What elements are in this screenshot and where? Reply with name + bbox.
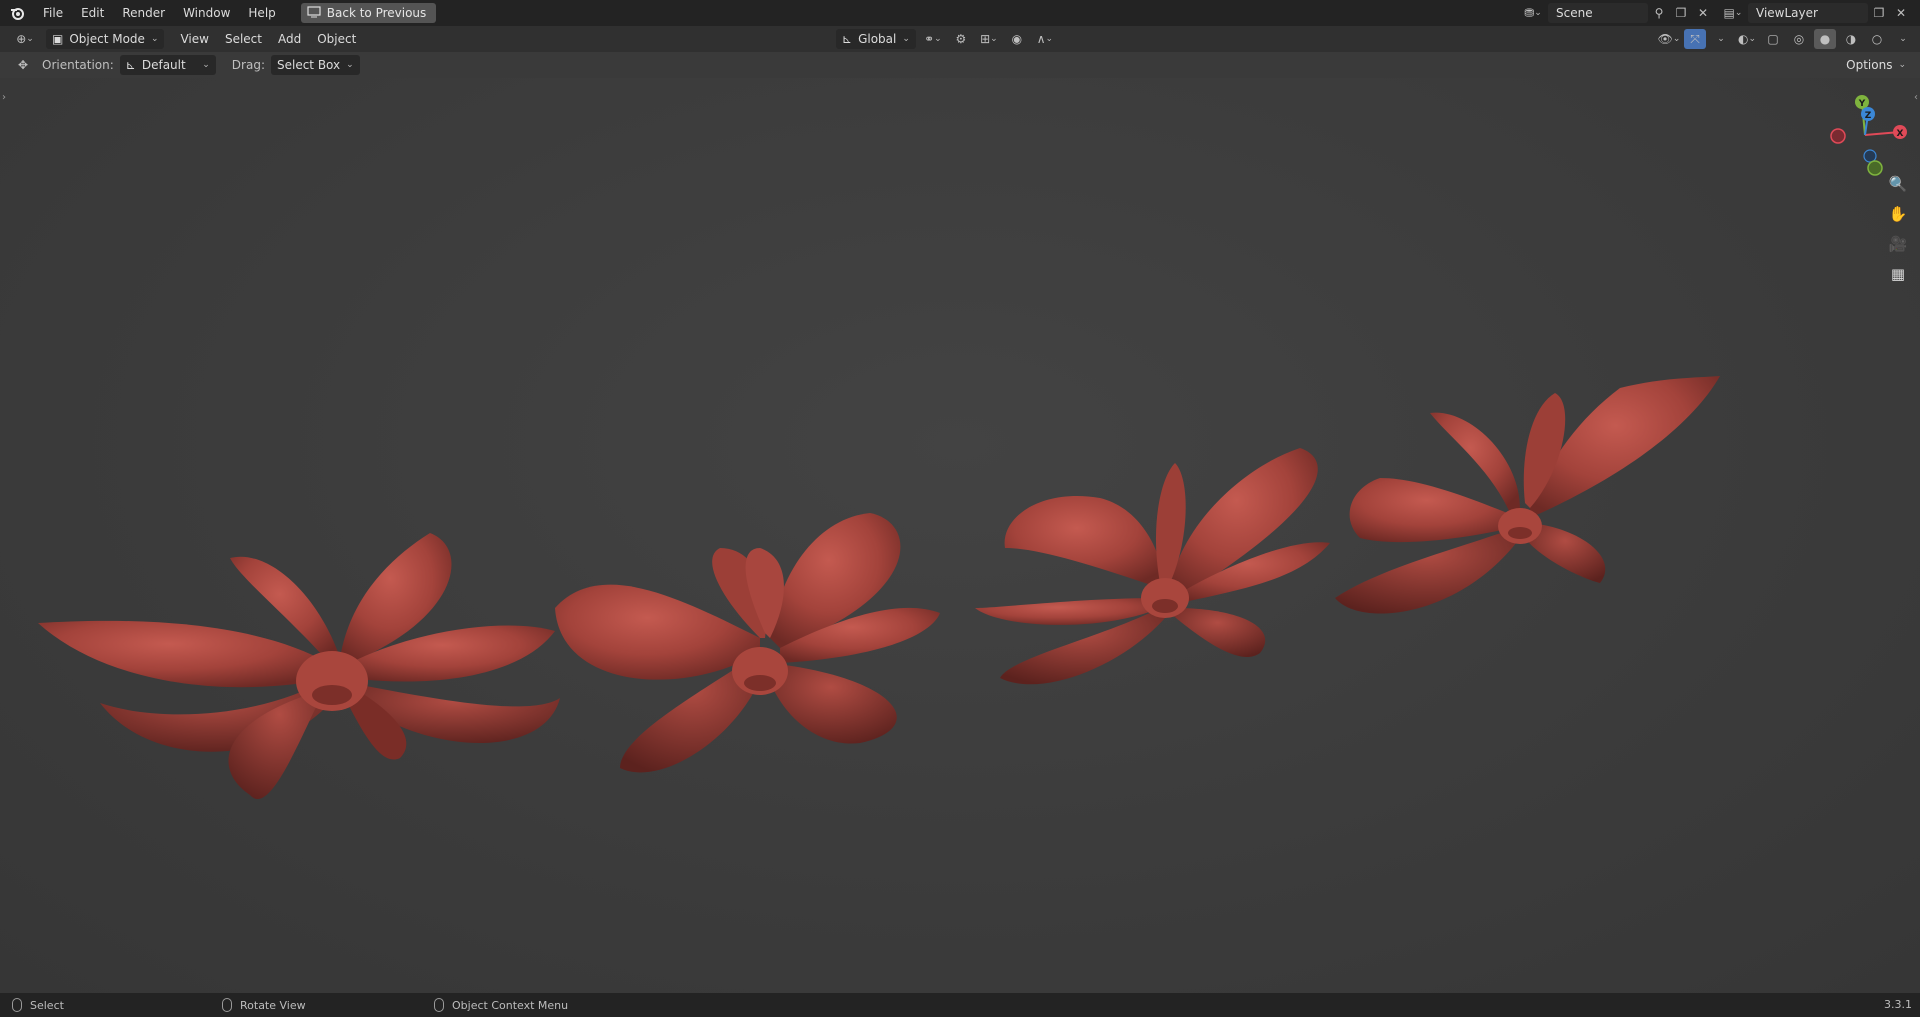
overlays-icon[interactable]: ◐ ⌄ bbox=[1736, 29, 1758, 49]
back-to-previous-button[interactable]: Back to Previous bbox=[300, 3, 437, 23]
mouse-left-icon bbox=[12, 998, 22, 1012]
chevron-down-icon: ⌄ bbox=[202, 60, 210, 70]
navigation-gizmo[interactable]: X Y Z bbox=[1820, 90, 1910, 180]
status-rotate-hint: Rotate View bbox=[222, 998, 306, 1012]
proportional-edit-icon[interactable]: ◉ bbox=[1006, 29, 1028, 49]
delete-view-layer-icon[interactable]: ✕ bbox=[1890, 3, 1912, 23]
xray-toggle-icon[interactable]: ▢ bbox=[1762, 29, 1784, 49]
menu-view[interactable]: View bbox=[172, 32, 216, 46]
mode-dropdown[interactable]: ▣ Object Mode ⌄ bbox=[46, 29, 165, 49]
gizmo-neg-z-axis[interactable] bbox=[1863, 149, 1877, 163]
menu-file[interactable]: File bbox=[34, 0, 72, 26]
chevron-down-icon: ⌄ bbox=[902, 34, 910, 44]
orientation-value: Default bbox=[141, 58, 186, 72]
chevron-down-icon: ⌄ bbox=[150, 34, 159, 44]
menu-add[interactable]: Add bbox=[270, 32, 309, 46]
menu-help[interactable]: Help bbox=[239, 0, 284, 26]
new-scene-icon[interactable]: ❐ bbox=[1670, 3, 1692, 23]
orientation-axes-icon: ⊾ bbox=[125, 58, 136, 72]
orientation-axes-icon: ⊾ bbox=[842, 32, 853, 46]
solid-shading-icon[interactable]: ● bbox=[1814, 29, 1836, 49]
options-dropdown[interactable]: Options ⌄ bbox=[1840, 55, 1912, 75]
visibility-icon[interactable]: 👁 ⌄ bbox=[1658, 29, 1681, 49]
object-mode-icon: ▣ bbox=[52, 32, 64, 46]
orientation-label: Orientation: bbox=[42, 58, 114, 72]
delete-scene-icon[interactable]: ✕ bbox=[1692, 3, 1714, 23]
menu-edit[interactable]: Edit bbox=[72, 0, 113, 26]
orientation-dropdown[interactable]: ⊾ Default ⌄ bbox=[119, 55, 216, 75]
mode-label: Object Mode bbox=[69, 32, 145, 46]
gizmo-y-label: Y bbox=[1858, 99, 1866, 109]
mouse-middle-icon bbox=[222, 998, 232, 1012]
pin-icon[interactable]: ⚲ bbox=[1648, 3, 1670, 23]
snap-toggle-icon[interactable]: ⚙ bbox=[950, 29, 972, 49]
flower-object-4[interactable] bbox=[1335, 376, 1720, 614]
perspective-grid-icon[interactable]: ▦ bbox=[1884, 260, 1912, 288]
scene-browse-icon[interactable]: ⛃ ⌄ bbox=[1522, 3, 1544, 23]
snap-target-icon[interactable]: ⊞ ⌄ bbox=[978, 29, 1000, 49]
chevron-down-icon: ⌄ bbox=[1898, 60, 1906, 70]
transform-orientation-dropdown[interactable]: ⊾ Global ⌄ bbox=[836, 29, 916, 49]
status-rotate-label: Rotate View bbox=[240, 998, 306, 1012]
flower-object-2[interactable] bbox=[555, 513, 940, 773]
version-label: 3.3.1 bbox=[1884, 998, 1912, 1011]
scene-selector: ⛃ ⌄ Scene ⚲ ❐ ✕ bbox=[1522, 3, 1714, 23]
transform-controls: ⊾ Global ⌄ ⚭ ⌄ ⚙ ⊞ ⌄ ◉ ∧ ⌄ bbox=[836, 29, 1056, 49]
falloff-icon[interactable]: ∧ ⌄ bbox=[1034, 29, 1056, 49]
flower-object-3[interactable] bbox=[975, 448, 1330, 685]
transform-orientation-label: Global bbox=[858, 32, 897, 46]
drag-label: Drag: bbox=[231, 58, 265, 72]
menu-object[interactable]: Object bbox=[309, 32, 364, 46]
screen-icon bbox=[307, 5, 321, 21]
tool-settings-bar: ✥ Orientation: ⊾ Default ⌄ Drag: Select … bbox=[0, 52, 1920, 78]
wireframe-shading-icon[interactable]: ◎ bbox=[1788, 29, 1810, 49]
new-view-layer-icon[interactable]: ❐ bbox=[1868, 3, 1890, 23]
view-layer-name-field[interactable]: ViewLayer bbox=[1748, 3, 1868, 23]
scene-name-field[interactable]: Scene bbox=[1548, 3, 1648, 23]
view-layer-selector: ▤ ⌄ ViewLayer ❐ ✕ bbox=[1722, 3, 1912, 23]
viewport-shading-controls: 👁 ⌄ ⤧ ⌄ ◐ ⌄ ▢ ◎ ● ◑ ○ ⌄ bbox=[1658, 29, 1914, 49]
material-shading-icon[interactable]: ◑ bbox=[1840, 29, 1862, 49]
back-to-previous-label: Back to Previous bbox=[326, 6, 427, 20]
blender-logo-icon[interactable] bbox=[0, 0, 34, 26]
status-context-label: Object Context Menu bbox=[452, 998, 569, 1012]
camera-view-icon[interactable]: 🎥 bbox=[1884, 230, 1912, 258]
gizmo-neg-x-axis[interactable] bbox=[1830, 128, 1846, 144]
3d-viewport[interactable]: › ‹ X Y Z 🔍 ✋ 🎥 ▦ bbox=[0, 78, 1920, 993]
pan-hand-icon[interactable]: ✋ bbox=[1884, 200, 1912, 228]
status-bar: Select Rotate View Object Context Menu 3… bbox=[0, 993, 1920, 1017]
zoom-icon[interactable]: 🔍 bbox=[1884, 170, 1912, 198]
gizmo-neg-y-axis[interactable] bbox=[1867, 160, 1883, 176]
menu-render[interactable]: Render bbox=[113, 0, 174, 26]
editor-type-icon[interactable]: ⊕ ⌄ bbox=[10, 29, 40, 49]
viewport-header: ⊕ ⌄ ▣ Object Mode ⌄ View Select Add Objec… bbox=[0, 26, 1920, 52]
gizmo-options-icon[interactable]: ⌄ bbox=[1710, 29, 1732, 49]
gizmo-x-label: X bbox=[1897, 129, 1904, 139]
status-context-hint: Object Context Menu bbox=[434, 998, 568, 1012]
status-select-label: Select bbox=[30, 998, 64, 1012]
chevron-down-icon: ⌄ bbox=[346, 60, 354, 70]
view-layer-browse-icon[interactable]: ▤ ⌄ bbox=[1722, 3, 1744, 23]
shading-options-icon[interactable]: ⌄ bbox=[1892, 29, 1914, 49]
mouse-right-icon bbox=[434, 998, 444, 1012]
options-label: Options bbox=[1846, 58, 1893, 72]
rendered-shading-icon[interactable]: ○ bbox=[1866, 29, 1888, 49]
gizmo-toggle-icon[interactable]: ⤧ bbox=[1684, 29, 1706, 49]
menu-window[interactable]: Window bbox=[174, 0, 239, 26]
status-select-hint: Select bbox=[12, 998, 64, 1012]
drag-value: Select Box bbox=[276, 58, 341, 72]
flower-object-1[interactable] bbox=[38, 533, 560, 800]
move-tool-icon[interactable]: ✥ bbox=[12, 55, 34, 75]
menu-select[interactable]: Select bbox=[217, 32, 270, 46]
scene-objects bbox=[38, 376, 1720, 800]
top-menu-bar: File Edit Render Window Help Back to Pre… bbox=[0, 0, 1920, 26]
gizmo-z-label: Z bbox=[1865, 111, 1872, 121]
pivot-point-icon[interactable]: ⚭ ⌄ bbox=[922, 29, 944, 49]
drag-dropdown[interactable]: Select Box ⌄ bbox=[270, 55, 360, 75]
